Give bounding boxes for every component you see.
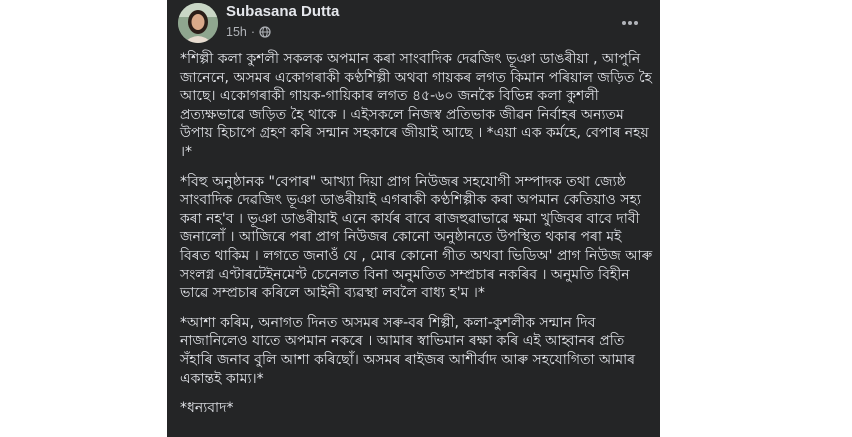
post-header: Subasana Dutta 15h · [167,0,660,46]
more-dot [622,21,626,25]
post-paragraph: *শিল্পী কলা কুশলী সকলক অপমান কৰা সাংবাদি… [180,51,652,160]
post-paragraph: *ধন্যবাদ* [180,400,234,417]
post-author-name[interactable]: Subasana Dutta [226,3,339,20]
more-options-icon[interactable] [622,15,638,31]
post-paragraph: *বিহু অনুষ্ঠানক "বেপাৰ" আখ্যা দিয়া প্ৰা… [180,173,653,302]
post-timestamp[interactable]: 15h [226,25,247,39]
more-dot [634,21,638,25]
globe-icon[interactable] [259,26,271,38]
post-body: *শিল্পী কলা কুশলী সকলক অপমান কৰা সাংবাদি… [180,50,653,429]
meta-separator: · [250,25,256,39]
post-meta: 15h · [226,25,271,39]
avatar[interactable] [178,3,218,43]
more-dot [628,21,632,25]
facebook-post-card: Subasana Dutta 15h · *শিল্পী কলা কুশলী স… [167,0,660,437]
post-paragraph: *আশা কৰিম, অনাগত দিনত অসমৰ সৰু-বৰ শিল্পী… [180,314,636,387]
